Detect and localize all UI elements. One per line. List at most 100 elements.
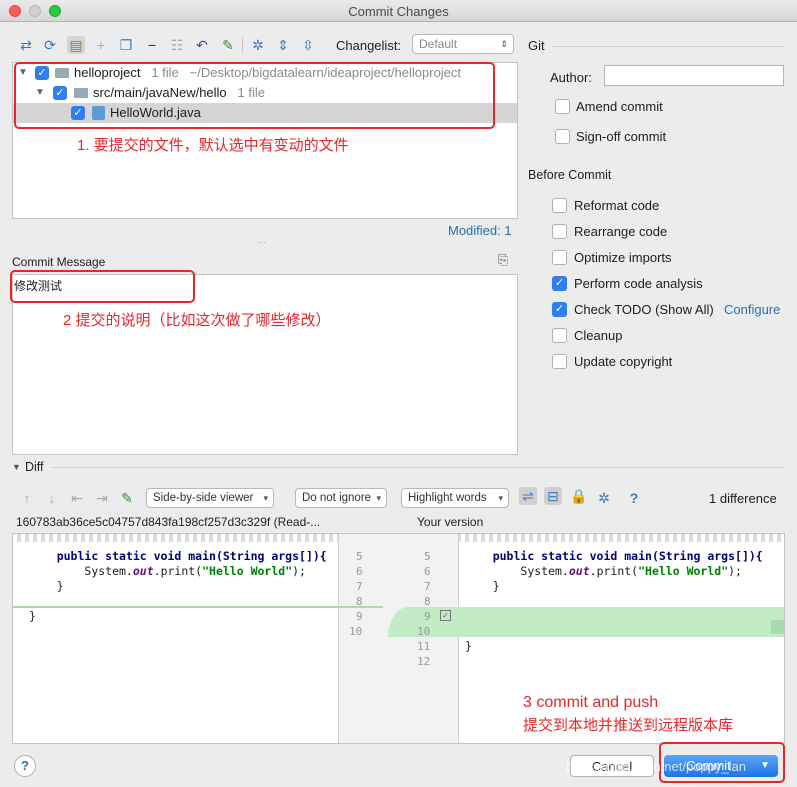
highlight-select[interactable]: Highlight words ▾ <box>401 488 509 508</box>
right-code-line-5: public static void main(String args[]){ <box>492 549 763 563</box>
files-annotation: 1. 要提交的文件，默认选中有变动的文件 <box>77 137 349 154</box>
remove-icon[interactable]: − <box>143 36 161 54</box>
toolbar-separator <box>242 37 243 53</box>
before-commit-option-label[interactable]: Cleanup <box>574 328 622 343</box>
changelist-label: Changelist: <box>336 38 402 53</box>
collapse-all-icon[interactable]: ⇳ <box>299 36 317 54</box>
diff-viewer[interactable]: public static void main(String args[]){ … <box>12 533 785 744</box>
watermark-text: https://blog.csdn.net/poppy_lan <box>566 759 746 774</box>
changelist-select[interactable]: Default ⇕ <box>412 34 514 54</box>
chevron-down-icon: ▾ <box>263 493 268 503</box>
before-commit-checkbox-6[interactable] <box>552 354 567 369</box>
settings-gear-icon[interactable]: ✲ <box>595 489 613 507</box>
before-commit-checkbox-1[interactable] <box>552 224 567 239</box>
prev-file-icon[interactable]: ⇤ <box>68 489 86 507</box>
changelist-icon[interactable]: ▤ <box>67 36 85 54</box>
before-commit-option-label[interactable]: Optimize imports <box>574 250 672 265</box>
left-line-number: 10 <box>349 625 363 638</box>
files-highlight-box <box>14 62 495 129</box>
next-file-icon[interactable]: ⇥ <box>93 489 111 507</box>
before-commit-option-label[interactable]: Rearrange code <box>574 224 667 239</box>
configure-todo-link[interactable]: Configure <box>724 302 780 317</box>
help-button[interactable]: ? <box>14 755 36 777</box>
settings-gear-icon[interactable]: ✲ <box>249 36 267 54</box>
chevron-down-icon: ▾ <box>498 493 503 503</box>
git-title-divider <box>552 46 785 47</box>
right-line-number: 11 <box>417 640 431 653</box>
modified-count[interactable]: Modified: 1 <box>448 223 512 238</box>
left-line-number: 7 <box>356 580 363 593</box>
highlight-value: Highlight words <box>408 492 487 504</box>
message-annotation: 2 提交的说明（比如这次做了哪些修改） <box>63 312 331 329</box>
left-code-line-7: } <box>56 579 64 593</box>
title-bar: Commit Changes <box>0 0 797 22</box>
amend-commit-label[interactable]: Amend commit <box>576 99 663 114</box>
before-commit-checkbox-4[interactable]: ✓ <box>552 302 567 317</box>
right-version-header: Your version <box>417 515 484 529</box>
before-commit-checkbox-0[interactable] <box>552 198 567 213</box>
edit-source-icon[interactable]: ✎ <box>118 489 136 507</box>
viewer-value: Side-by-side viewer <box>153 492 254 504</box>
commit-annotation-line2: 提交到本地并推送到远程版本库 <box>523 717 734 734</box>
diff-collapse-icon[interactable]: ▼ <box>12 462 21 472</box>
group-icon[interactable]: ☷ <box>168 36 186 54</box>
lock-icon[interactable]: 🔒 <box>570 487 588 505</box>
message-history-icon[interactable]: ⎘ <box>498 252 508 268</box>
prev-difference-icon[interactable]: ↑ <box>18 489 36 507</box>
right-line-number: 10 <box>417 625 431 638</box>
left-line-number: 5 <box>356 550 363 563</box>
left-version-header: 160783ab36ce5c04757d843fa198cf257d3c329f… <box>16 515 321 529</box>
help-icon[interactable]: ? <box>625 489 643 507</box>
help-button-label: ? <box>21 758 29 773</box>
before-commit-checkbox-2[interactable] <box>552 250 567 265</box>
ignore-select[interactable]: Do not ignore ▾ <box>295 488 387 508</box>
edit-source-icon[interactable]: ✎ <box>219 36 237 54</box>
left-line-number: 8 <box>356 595 363 608</box>
before-commit-option-label[interactable]: Update copyright <box>574 354 672 369</box>
before-commit-option-label[interactable]: Check TODO (Show All) <box>574 302 714 317</box>
commit-annotation-line1: 3 commit and push <box>523 694 659 711</box>
right-line-number: 9 <box>424 610 431 623</box>
author-label: Author: <box>550 70 592 85</box>
rollback-icon[interactable]: ↶ <box>193 36 211 54</box>
refresh-icon[interactable]: ⟳ <box>41 36 59 54</box>
apply-change-checkbox-icon[interactable]: ✓ <box>440 610 451 621</box>
author-input[interactable] <box>604 65 784 86</box>
align-changes-icon[interactable]: ⇌ <box>519 487 537 505</box>
right-change-scroll-marker <box>771 620 784 634</box>
right-code-line-6: System.out.print("Hello World"); <box>520 564 742 578</box>
chevron-down-icon: ▾ <box>376 493 381 503</box>
copy-icon[interactable]: ❐ <box>117 36 135 54</box>
add-icon[interactable]: + <box>92 36 110 54</box>
splitter-handle-icon[interactable]: ⋯ <box>258 238 266 247</box>
next-difference-icon[interactable]: ↓ <box>43 489 61 507</box>
right-code-line-11: } <box>465 639 472 653</box>
signoff-commit-checkbox[interactable] <box>555 129 570 144</box>
difference-count: 1 difference <box>709 491 777 506</box>
sync-scroll-icon[interactable]: ⊟ <box>544 487 562 505</box>
right-line-number: 5 <box>424 550 431 563</box>
right-line-number: 12 <box>417 655 431 668</box>
left-code-line-5: public static void main(String args[]){ <box>56 549 327 563</box>
left-change-marker <box>13 606 383 608</box>
left-line-number: 9 <box>356 610 363 623</box>
expand-all-icon[interactable]: ⇕ <box>274 36 292 54</box>
before-commit-checkbox-5[interactable] <box>552 328 567 343</box>
right-code-line-7: } <box>492 579 500 593</box>
right-line-number: 6 <box>424 565 431 578</box>
before-commit-option-label[interactable]: Perform code analysis <box>574 276 703 291</box>
left-code-line-6: System.out.print("Hello World"); <box>84 564 306 578</box>
chevron-updown-icon: ⇕ <box>500 39 508 49</box>
right-line-number: 8 <box>424 595 431 608</box>
amend-commit-checkbox[interactable] <box>555 99 570 114</box>
diff-title-divider <box>52 467 785 468</box>
before-commit-checkbox-3[interactable]: ✓ <box>552 276 567 291</box>
show-diff-icon[interactable]: ⇄ <box>17 36 35 54</box>
signoff-commit-label[interactable]: Sign-off commit <box>576 129 666 144</box>
left-line-number: 6 <box>356 565 363 578</box>
viewer-select[interactable]: Side-by-side viewer ▾ <box>146 488 274 508</box>
before-commit-option-label[interactable]: Reformat code <box>574 198 659 213</box>
git-section-title: Git <box>528 38 545 53</box>
message-highlight-box <box>10 270 195 303</box>
changelist-value: Default <box>419 37 458 51</box>
